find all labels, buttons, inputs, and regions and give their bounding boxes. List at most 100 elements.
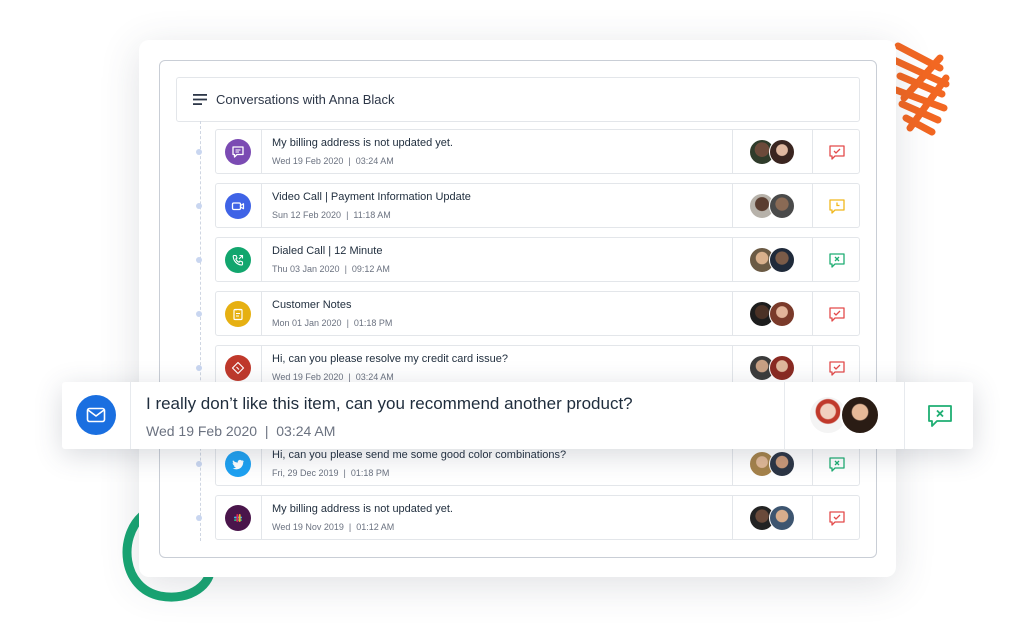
highlight-time: 03:24 AM	[276, 423, 336, 439]
video-camera-icon	[225, 193, 251, 219]
status-close-green-icon[interactable]	[828, 251, 846, 269]
avatar	[769, 301, 795, 327]
notepad-icon	[225, 301, 251, 327]
ticket-icon	[225, 355, 251, 381]
conversation-row[interactable]: Video Call | Payment Information Update …	[196, 183, 860, 228]
status-check-red-icon[interactable]	[828, 509, 846, 527]
row-date: Sun 12 Feb 2020	[272, 210, 342, 220]
participant-avatars	[749, 505, 799, 531]
slack-icon	[225, 505, 251, 531]
row-divider	[904, 382, 905, 449]
envelope-icon	[76, 395, 116, 435]
phone-outgoing-icon	[225, 247, 251, 273]
participant-avatars	[749, 451, 799, 477]
row-date: Wed 19 Nov 2019	[272, 522, 344, 532]
avatar	[769, 193, 795, 219]
avatar	[769, 247, 795, 273]
conversations-panel: Conversations with Anna Black My billing…	[159, 60, 877, 558]
row-time: 11:18 AM	[353, 210, 391, 220]
row-divider	[812, 496, 813, 539]
timeline-dot	[196, 257, 202, 263]
menu-lines-icon[interactable]	[193, 93, 207, 106]
conversation-row[interactable]: My billing address is not updated yet. W…	[196, 495, 860, 540]
status-check-red-icon[interactable]	[828, 305, 846, 323]
row-date: Thu 03 Jan 2020	[272, 264, 340, 274]
timeline-dot	[196, 311, 202, 317]
row-divider	[812, 238, 813, 281]
participant-avatars	[749, 247, 799, 273]
timeline-dot	[196, 365, 202, 371]
timeline-line	[200, 121, 202, 541]
row-divider	[732, 184, 733, 227]
row-time: 09:12 AM	[351, 264, 390, 274]
participant-avatars	[749, 193, 799, 219]
row-divider	[812, 184, 813, 227]
participant-avatars	[749, 139, 799, 165]
row-time: 01:12 AM	[356, 522, 395, 532]
row-divider	[812, 130, 813, 173]
status-pending-yellow-icon[interactable]	[828, 197, 846, 215]
timeline-dot	[196, 515, 202, 521]
row-divider	[784, 382, 785, 449]
row-title: Hi, can you please send me some good col…	[272, 449, 567, 461]
twitter-icon	[225, 451, 251, 477]
row-divider	[732, 130, 733, 173]
row-timestamp: Wed 19 Feb 2020 | 03:24 AM	[272, 156, 394, 166]
status-close-green-icon[interactable]	[828, 455, 846, 473]
row-divider	[732, 496, 733, 539]
timeline-dot	[196, 149, 202, 155]
conversations-title: Conversations with Anna Black	[216, 92, 395, 107]
avatar	[769, 451, 795, 477]
avatar	[769, 355, 795, 381]
status-check-red-icon[interactable]	[828, 143, 846, 161]
avatar	[840, 395, 880, 435]
row-title: Video Call | Payment Information Update	[272, 191, 471, 203]
row-divider	[261, 496, 262, 539]
row-time: 01:18 PM	[350, 468, 390, 478]
highlighted-conversation-row[interactable]: I really don’t like this item, can you r…	[62, 382, 973, 449]
highlight-title: I really don’t like this item, can you r…	[146, 394, 633, 413]
row-title: My billing address is not updated yet.	[272, 137, 453, 149]
row-timestamp: Mon 01 Jan 2020 | 01:18 PM	[272, 318, 393, 328]
row-divider	[130, 382, 131, 449]
row-time: 01:18 PM	[353, 318, 393, 328]
conversation-row[interactable]: Dialed Call | 12 Minute Thu 03 Jan 2020 …	[196, 237, 860, 282]
status-close-green-icon[interactable]	[926, 402, 954, 430]
highlight-date: Wed 19 Feb 2020	[146, 423, 258, 439]
conversation-row[interactable]: My billing address is not updated yet. W…	[196, 129, 860, 174]
row-title: Dialed Call | 12 Minute	[272, 245, 383, 257]
timeline-dot	[196, 203, 202, 209]
row-date: Wed 19 Feb 2020	[272, 156, 344, 166]
conversations-header: Conversations with Anna Black	[176, 77, 860, 122]
row-divider	[812, 292, 813, 335]
conversation-row[interactable]: Customer Notes Mon 01 Jan 2020 | 01:18 P…	[196, 291, 860, 336]
row-divider	[261, 184, 262, 227]
row-date: Wed 19 Feb 2020	[272, 372, 344, 382]
participant-avatars	[808, 395, 884, 435]
row-divider	[732, 292, 733, 335]
row-title: My billing address is not updated yet.	[272, 503, 453, 515]
highlight-timestamp: Wed 19 Feb 2020 | 03:24 AM	[146, 423, 336, 439]
row-divider	[261, 130, 262, 173]
row-time: 03:24 AM	[355, 156, 394, 166]
avatar	[769, 505, 795, 531]
chat-bubble-icon	[225, 139, 251, 165]
row-divider	[732, 238, 733, 281]
row-divider	[261, 292, 262, 335]
timeline-dot	[196, 461, 202, 467]
row-timestamp: Fri, 29 Dec 2019 | 01:18 PM	[272, 468, 390, 478]
conversations-card: Conversations with Anna Black My billing…	[139, 40, 896, 577]
avatar	[769, 139, 795, 165]
participant-avatars	[749, 301, 799, 327]
status-check-red-icon[interactable]	[828, 359, 846, 377]
participant-avatars	[749, 355, 799, 381]
row-timestamp: Wed 19 Feb 2020 | 03:24 AM	[272, 372, 394, 382]
row-timestamp: Sun 12 Feb 2020 | 11:18 AM	[272, 210, 391, 220]
row-divider	[261, 238, 262, 281]
row-title: Customer Notes	[272, 299, 352, 311]
row-time: 03:24 AM	[355, 372, 394, 382]
row-title: Hi, can you please resolve my credit car…	[272, 353, 508, 365]
row-timestamp: Wed 19 Nov 2019 | 01:12 AM	[272, 522, 395, 532]
row-date: Fri, 29 Dec 2019	[272, 468, 339, 478]
row-timestamp: Thu 03 Jan 2020 | 09:12 AM	[272, 264, 390, 274]
